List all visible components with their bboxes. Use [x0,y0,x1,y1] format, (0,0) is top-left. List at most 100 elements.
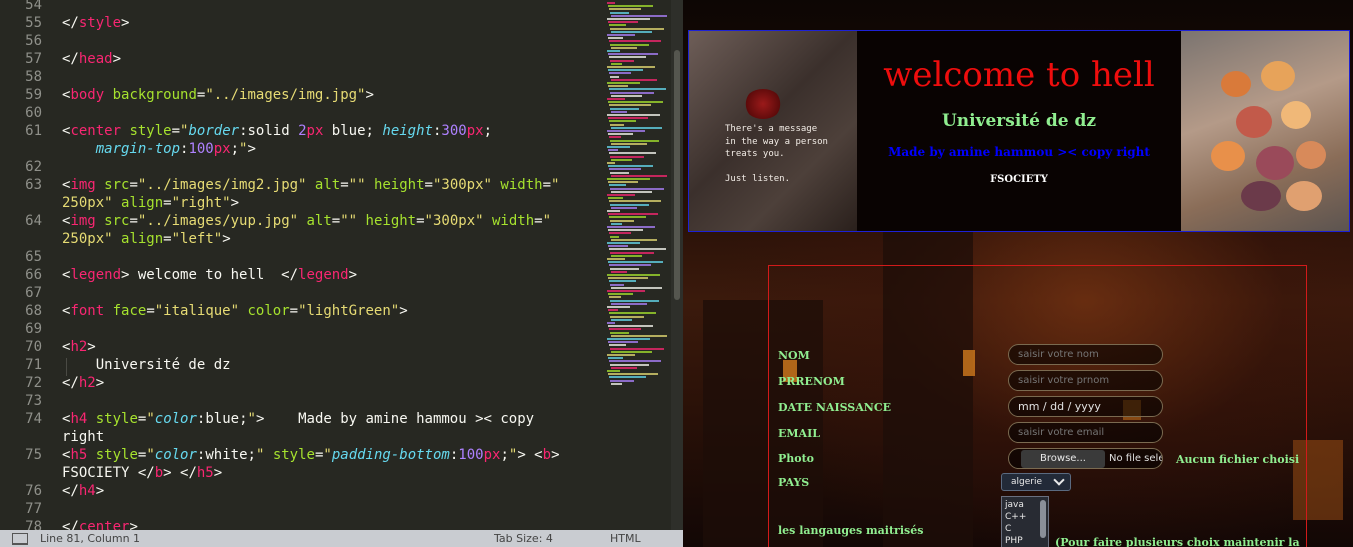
line-number: 65 [25,249,42,265]
line-number: 60 [25,105,42,121]
code-token: src [104,213,130,229]
code-token: = [171,123,181,139]
minimap-line [607,178,650,180]
code-token: 250px" [62,231,113,247]
line-number: 64 [25,213,42,229]
minimap-line [611,222,622,225]
minimap-line [610,251,654,254]
minimap-line [610,27,664,30]
code-token: color [154,447,197,463]
code-token: src [104,177,130,193]
registration-form: NOM PRRENOM DATE NAISSANCE mm / dd / yyy… [768,265,1307,547]
code-token: " [323,447,332,463]
code-token: h2 [70,339,88,355]
code-token: px [483,447,501,463]
code-token: 100 [458,447,484,463]
syntax-selector[interactable]: HTML [610,530,641,547]
code-line[interactable]: <h2> [62,338,96,356]
code-line[interactable]: 250px" align="right"> [62,194,239,212]
code-area[interactable]: </style> </head> <body background="../imag… [62,0,602,535]
page-title: welcome to hell [883,55,1155,95]
code-token: b [542,447,552,463]
code-token: > welcome to hell </ [121,267,299,283]
code-token: = [289,303,299,319]
minimap-line [610,75,619,78]
code-token: :blue; [196,411,248,427]
code-line[interactable]: FSOCIETY </b> </h5> [62,464,222,482]
code-line[interactable]: Université de dz [62,356,231,374]
prenom-input[interactable] [1008,370,1163,391]
code-line[interactable]: <body background="../images/img.jpg"> [62,86,374,104]
code-editor[interactable]: 54 55 56 57 58 59 60 61 62 63 64 65 66 67 68 69 70 71 72 73… [0,0,683,547]
minimap-line [607,274,660,276]
code-token: body [70,87,105,103]
tab-size-selector[interactable]: Tab Size: 4 [494,530,553,547]
code-token: "" [340,213,358,229]
minimap-line [607,354,635,356]
code-line[interactable]: <h5 style="color:white;" style="padding-… [62,446,560,464]
language-option[interactable]: C++ [1005,511,1026,523]
panel-toggle-icon[interactable] [12,533,28,545]
code-line[interactable]: right [62,428,104,446]
code-token: alt [314,177,341,193]
code-line[interactable]: <legend> welcome to hell </legend> [62,266,357,284]
code-line[interactable]: </head> [62,50,121,68]
minimap-line [608,341,638,344]
code-line[interactable]: </h4> [62,482,104,500]
code-token: :white; [196,447,256,463]
code-line[interactable]: <img src="../images/yup.jpg" alt="" heig… [62,212,551,230]
code-line[interactable]: <font face="italique" color="lightGreen"… [62,302,408,320]
minimap-line [608,101,663,104]
photo-file-input[interactable]: Browse... No file sele [1008,448,1163,469]
code-token: style [129,123,172,139]
minimap-line [607,226,655,228]
line-number: 62 [25,159,42,175]
minimap-line [609,200,661,203]
editor-scrollbar[interactable] [671,0,683,530]
minimap-line [607,98,625,100]
code-token: img [70,177,96,193]
code-token: > [95,483,105,499]
language-option[interactable]: PHP [1005,535,1023,547]
line-number: 68 [25,303,42,319]
minimap-line [611,334,667,337]
code-line[interactable]: <center style="border:solid 2px blue; he… [62,122,492,140]
minimap-line [610,11,629,14]
glass-pebble [1286,181,1322,211]
minimap-line [610,155,644,158]
language-option[interactable]: C [1005,523,1011,535]
line-number-gutter: 54 55 56 57 58 59 60 61 62 63 64 65 66 67 68 69 70 71 72 73… [0,0,50,535]
nom-input[interactable] [1008,344,1163,365]
code-token: 300 [441,123,467,139]
browse-button[interactable]: Browse... [1021,450,1105,468]
minimap-line [609,104,651,107]
listbox-scrollbar[interactable] [1040,500,1046,538]
minimap-line [610,139,659,142]
code-line[interactable]: <img src="../images/img2.jpg" alt="" hei… [62,176,559,194]
scrollbar-thumb[interactable] [674,50,680,300]
code-line[interactable]: 250px" align="left"> [62,230,231,248]
line-number: 63 [25,177,42,193]
code-line[interactable]: <h4 style="color:blue;"> Made by amine h… [62,410,534,428]
languages-listbox[interactable]: java C++ C PHP [1001,496,1049,547]
minimap-line [609,72,631,75]
minimap-line [610,203,649,206]
code-token: h2 [78,375,96,391]
glass-pebble [1261,61,1295,91]
code-line[interactable]: </style> [62,14,129,32]
line-number: 72 [25,375,42,391]
minimap[interactable] [605,0,671,530]
pays-label: PAYS [778,476,810,489]
date-input[interactable]: mm / dd / yyyy [1008,396,1163,417]
glass-pebble [1296,141,1326,169]
language-option[interactable]: java [1005,499,1024,511]
code-token: head [78,51,113,67]
minimap-line [609,312,656,315]
pays-select[interactable]: algerie [1001,473,1071,491]
minimap-line [607,2,615,4]
minimap-line [608,373,658,376]
code-line[interactable]: </h2> [62,374,104,392]
minimap-line [611,62,622,65]
email-input[interactable] [1008,422,1163,443]
code-line[interactable]: margin-top:100px;"> [62,140,256,158]
